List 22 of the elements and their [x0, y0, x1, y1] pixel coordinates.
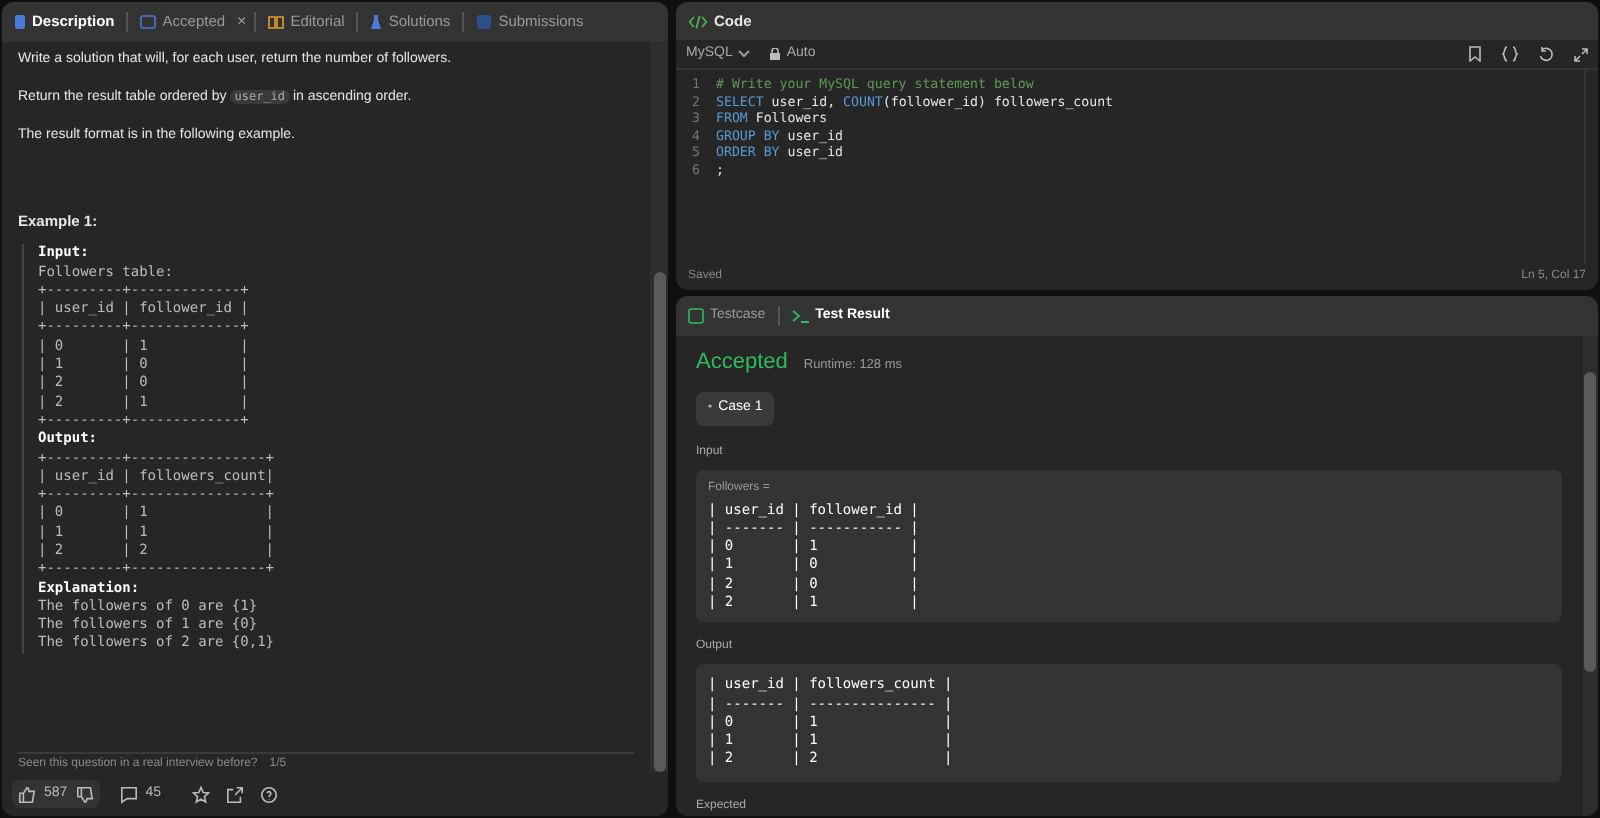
verdict-text: Accepted: [696, 350, 788, 376]
chevron-down-icon: [738, 50, 751, 58]
scrollbar[interactable]: [650, 42, 668, 772]
book-icon: [268, 14, 285, 30]
braces-icon[interactable]: [1502, 46, 1518, 62]
terminal-icon: [791, 308, 810, 324]
lock-icon: [770, 48, 781, 60]
close-button[interactable]: ×: [237, 14, 247, 30]
checkbox-icon: [688, 308, 704, 324]
code-icon: [688, 13, 708, 29]
document-icon: [14, 14, 26, 30]
share-icon[interactable]: [226, 785, 245, 803]
flask-icon: [370, 14, 383, 30]
scrollbar[interactable]: [1582, 336, 1598, 816]
thumbs-down-icon: [75, 785, 94, 803]
star-icon[interactable]: [192, 785, 211, 803]
help-icon[interactable]: [260, 785, 279, 803]
reset-icon[interactable]: [1538, 46, 1554, 62]
expand-icon[interactable]: [1574, 47, 1588, 61]
comment-icon: [119, 785, 138, 803]
bookmark-icon[interactable]: [1468, 46, 1482, 62]
thumbs-up-icon: [18, 785, 36, 803]
